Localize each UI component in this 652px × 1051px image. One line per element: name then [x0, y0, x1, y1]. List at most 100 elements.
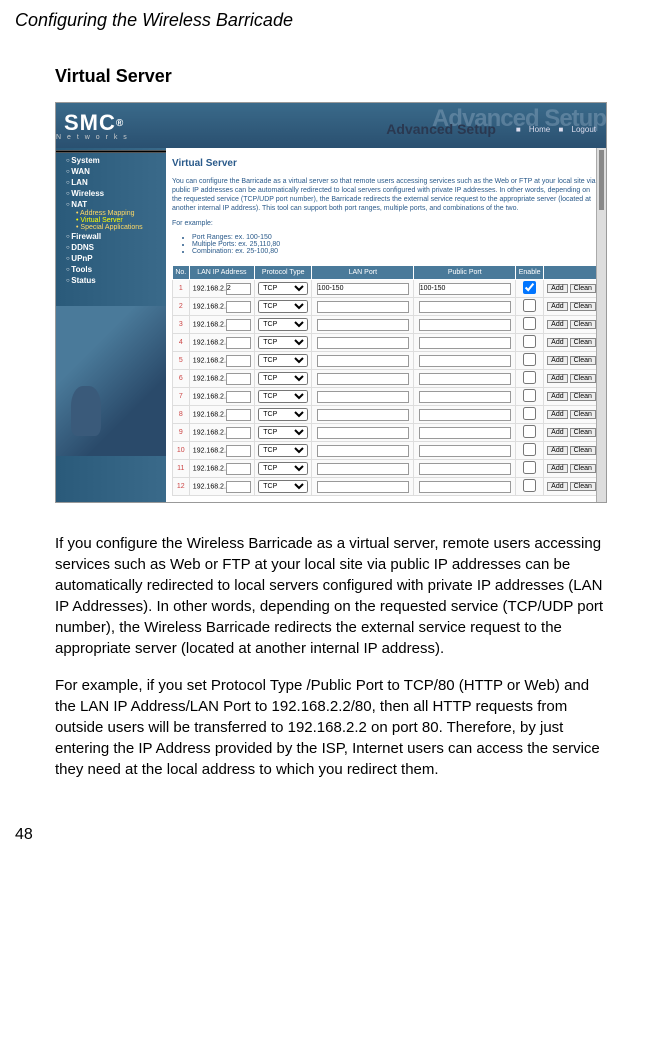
public-port-input[interactable] — [419, 445, 511, 457]
public-port-input[interactable] — [419, 283, 511, 295]
clean-button[interactable]: Clean — [570, 410, 596, 419]
protocol-select[interactable]: TCP — [258, 282, 308, 295]
protocol-select[interactable]: TCP — [258, 372, 308, 385]
protocol-select[interactable]: TCP — [258, 462, 308, 475]
add-button[interactable]: Add — [547, 482, 567, 491]
clean-button[interactable]: Clean — [570, 320, 596, 329]
sidebar-item-ddns[interactable]: DDNS — [56, 242, 166, 253]
enable-checkbox[interactable] — [523, 461, 536, 474]
sidebar-item-system[interactable]: System — [56, 155, 166, 166]
add-button[interactable]: Add — [547, 338, 567, 347]
enable-checkbox[interactable] — [523, 389, 536, 402]
sidebar-item-wireless[interactable]: Wireless — [56, 188, 166, 199]
sidebar-sub-address-mapping[interactable]: Address Mapping — [56, 210, 166, 217]
ip-last-octet[interactable] — [226, 283, 251, 295]
public-port-input[interactable] — [419, 481, 511, 493]
add-button[interactable]: Add — [547, 428, 567, 437]
clean-button[interactable]: Clean — [570, 446, 596, 455]
public-port-input[interactable] — [419, 319, 511, 331]
enable-checkbox[interactable] — [523, 407, 536, 420]
protocol-select[interactable]: TCP — [258, 408, 308, 421]
lan-port-input[interactable] — [317, 445, 409, 457]
sidebar-item-nat[interactable]: NAT — [56, 199, 166, 210]
ip-last-octet[interactable] — [226, 319, 251, 331]
public-port-input[interactable] — [419, 337, 511, 349]
add-button[interactable]: Add — [547, 374, 567, 383]
protocol-select[interactable]: TCP — [258, 426, 308, 439]
add-button[interactable]: Add — [547, 356, 567, 365]
enable-checkbox[interactable] — [523, 299, 536, 312]
add-button[interactable]: Add — [547, 302, 567, 311]
lan-port-input[interactable] — [317, 463, 409, 475]
enable-checkbox[interactable] — [523, 335, 536, 348]
clean-button[interactable]: Clean — [570, 338, 596, 347]
ip-last-octet[interactable] — [226, 481, 251, 493]
enable-checkbox[interactable] — [523, 443, 536, 456]
lan-port-input[interactable] — [317, 283, 409, 295]
sidebar-item-firewall[interactable]: Firewall — [56, 231, 166, 242]
lan-port-input[interactable] — [317, 481, 409, 493]
ip-last-octet[interactable] — [226, 409, 251, 421]
ip-last-octet[interactable] — [226, 391, 251, 403]
sidebar-item-wan[interactable]: WAN — [56, 166, 166, 177]
ip-last-octet[interactable] — [226, 301, 251, 313]
clean-button[interactable]: Clean — [570, 302, 596, 311]
ip-last-octet[interactable] — [226, 337, 251, 349]
public-port-input[interactable] — [419, 409, 511, 421]
add-button[interactable]: Add — [547, 410, 567, 419]
clean-button[interactable]: Clean — [570, 428, 596, 437]
sidebar-sub-special-apps[interactable]: Special Applications — [56, 224, 166, 231]
lan-port-input[interactable] — [317, 319, 409, 331]
home-link[interactable]: ■ Home — [516, 125, 550, 134]
add-button[interactable]: Add — [547, 320, 567, 329]
scrollbar[interactable] — [596, 148, 606, 502]
enable-checkbox[interactable] — [523, 317, 536, 330]
clean-button[interactable]: Clean — [570, 374, 596, 383]
public-port-input[interactable] — [419, 463, 511, 475]
sidebar-item-lan[interactable]: LAN — [56, 177, 166, 188]
lan-port-input[interactable] — [317, 355, 409, 367]
ip-last-octet[interactable] — [226, 445, 251, 457]
add-button[interactable]: Add — [547, 464, 567, 473]
sidebar-item-status[interactable]: Status — [56, 275, 166, 286]
logout-link[interactable]: ■ Logout — [558, 125, 596, 134]
enable-checkbox[interactable] — [523, 281, 536, 294]
clean-button[interactable]: Clean — [570, 464, 596, 473]
lan-port-input[interactable] — [317, 391, 409, 403]
ip-last-octet[interactable] — [226, 427, 251, 439]
ip-last-octet[interactable] — [226, 463, 251, 475]
add-button[interactable]: Add — [547, 446, 567, 455]
public-port-input[interactable] — [419, 427, 511, 439]
public-port-input[interactable] — [419, 301, 511, 313]
protocol-select[interactable]: TCP — [258, 444, 308, 457]
public-port-input[interactable] — [419, 355, 511, 367]
clean-button[interactable]: Clean — [570, 356, 596, 365]
ip-last-octet[interactable] — [226, 355, 251, 367]
enable-checkbox[interactable] — [523, 425, 536, 438]
protocol-select[interactable]: TCP — [258, 480, 308, 493]
clean-button[interactable]: Clean — [570, 482, 596, 491]
add-button[interactable]: Add — [547, 284, 567, 293]
lan-port-input[interactable] — [317, 373, 409, 385]
protocol-select[interactable]: TCP — [258, 354, 308, 367]
clean-button[interactable]: Clean — [570, 284, 596, 293]
sidebar-item-tools[interactable]: Tools — [56, 264, 166, 275]
public-port-input[interactable] — [419, 391, 511, 403]
add-button[interactable]: Add — [547, 392, 567, 401]
protocol-select[interactable]: TCP — [258, 300, 308, 313]
protocol-select[interactable]: TCP — [258, 390, 308, 403]
protocol-select[interactable]: TCP — [258, 318, 308, 331]
lan-port-input[interactable] — [317, 337, 409, 349]
protocol-select[interactable]: TCP — [258, 336, 308, 349]
lan-port-input[interactable] — [317, 409, 409, 421]
enable-checkbox[interactable] — [523, 479, 536, 492]
sidebar-sub-virtual-server[interactable]: Virtual Server — [56, 217, 166, 224]
ip-last-octet[interactable] — [226, 373, 251, 385]
lan-port-input[interactable] — [317, 427, 409, 439]
enable-checkbox[interactable] — [523, 371, 536, 384]
enable-checkbox[interactable] — [523, 353, 536, 366]
clean-button[interactable]: Clean — [570, 392, 596, 401]
sidebar-item-upnp[interactable]: UPnP — [56, 253, 166, 264]
public-port-input[interactable] — [419, 373, 511, 385]
lan-port-input[interactable] — [317, 301, 409, 313]
